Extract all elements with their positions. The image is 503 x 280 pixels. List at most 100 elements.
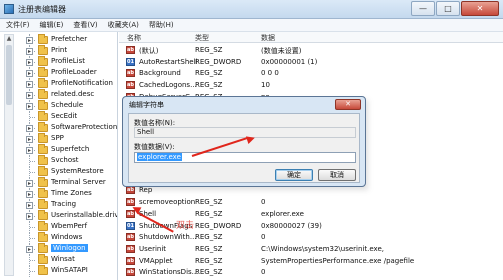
value-type-cell: REG_DWORD: [195, 57, 242, 66]
folder-icon: [38, 67, 48, 77]
tree-item-label: Time Zones: [51, 189, 92, 197]
expand-arrow-icon[interactable]: ▸: [26, 246, 33, 253]
expand-arrow-icon[interactable]: ▸: [26, 103, 33, 110]
registry-value-row[interactable]: ab ShutdownWith... REG_SZ 0: [119, 231, 503, 243]
ok-button[interactable]: 确定: [275, 169, 313, 181]
value-data-cell: 0: [261, 233, 266, 242]
menu-favorites[interactable]: 收藏夹(A): [108, 19, 139, 31]
registry-value-row[interactable]: ab CachedLogons... REG_SZ 10: [119, 79, 503, 91]
menu-bar: 文件(F) 编辑(E) 查看(V) 收藏夹(A) 帮助(H): [0, 19, 503, 32]
expand-arrow-icon[interactable]: ▸: [26, 70, 33, 77]
watermark-text: 双击: [176, 221, 195, 231]
scroll-thumb[interactable]: [6, 45, 12, 105]
value-data-cell: C:\Windows\system32\userinit.exe,: [261, 244, 384, 253]
expand-arrow-icon[interactable]: ▸: [26, 136, 33, 143]
folder-icon: [38, 122, 48, 132]
expand-arrow-icon[interactable]: ▸: [26, 37, 33, 44]
folder-icon: [38, 155, 48, 165]
registry-value-row[interactable]: ab VMApplet REG_SZ SystemPropertiesPerforma…: [119, 255, 503, 267]
reg-string-icon: ab: [126, 233, 135, 242]
expand-arrow-icon[interactable]: ▸: [26, 59, 33, 66]
value-data-cell: 0 0 0: [261, 69, 279, 78]
value-name-cell: VMApplet: [139, 256, 173, 265]
tree-connector: [30, 260, 35, 261]
menu-edit[interactable]: 编辑(E): [40, 19, 64, 31]
expand-arrow-icon[interactable]: ▸: [26, 48, 33, 55]
list-header: 名称 类型 数据: [119, 32, 503, 43]
value-name-cell: AutoRestartShell: [139, 57, 198, 66]
folder-icon: [38, 89, 48, 99]
tree-item-label: SPP: [51, 134, 64, 142]
expand-arrow-icon[interactable]: ▸: [26, 202, 33, 209]
tree-connector: [30, 238, 35, 239]
registry-value-row[interactable]: ab (默认) REG_SZ (数值未设置): [119, 44, 503, 56]
tree-item-label: WinSATAPI: [51, 266, 88, 274]
folder-icon: [38, 133, 48, 143]
value-data-cell: 0x00000001 (1): [261, 57, 318, 66]
registry-value-row[interactable]: ab scremoveoption REG_SZ 0: [119, 196, 503, 208]
menu-help[interactable]: 帮助(H): [149, 19, 174, 31]
tree-item-label: Terminal Server: [51, 178, 106, 186]
column-name-header[interactable]: 名称: [127, 33, 141, 43]
folder-icon: [38, 177, 48, 187]
expand-arrow-icon[interactable]: ▸: [26, 191, 33, 198]
registry-value-row[interactable]: ab WinStationsDis... REG_SZ 0: [119, 266, 503, 278]
tree-item-label: SystemRestore: [51, 167, 104, 175]
menu-file[interactable]: 文件(F): [6, 19, 30, 31]
close-window-button[interactable]: ✕: [461, 1, 499, 16]
tree-item-label: Svchost: [51, 156, 79, 164]
value-data-cell: 0x80000027 (39): [261, 221, 322, 230]
tree-connector: [30, 161, 35, 162]
cancel-button[interactable]: 取消: [318, 169, 356, 181]
reg-string-icon: ab: [126, 69, 135, 78]
folder-icon: [38, 56, 48, 66]
reg-string-icon: ab: [126, 268, 135, 277]
expand-arrow-icon[interactable]: ▸: [26, 92, 33, 99]
edit-string-dialog: 编辑字符串 ✕ 数值名称(N): Shell 数值数据(V): explorer…: [122, 96, 366, 187]
window-title: 注册表编辑器: [18, 5, 66, 14]
folder-icon: [38, 199, 48, 209]
tree-item-label: SecEdit: [51, 112, 78, 120]
expand-arrow-icon[interactable]: ▸: [26, 125, 33, 132]
reg-string-icon: ab: [126, 256, 135, 265]
expand-arrow-icon[interactable]: ▸: [26, 180, 33, 187]
registry-value-row[interactable]: ab Background REG_SZ 0 0 0: [119, 67, 503, 79]
reg-dword-icon: 01: [126, 221, 135, 230]
value-data-cell: explorer.exe: [261, 209, 304, 218]
folder-icon: [38, 166, 48, 176]
reg-dword-icon: 01: [126, 57, 135, 66]
dialog-close-button[interactable]: ✕: [335, 99, 361, 110]
tree-item-label: Windows: [51, 233, 83, 241]
registry-key-tree: ▸ Prefetcher ▸ Print ▸ ProfileList ▸ ProfileLoa…: [0, 32, 118, 280]
value-type-cell: REG_SZ: [195, 268, 223, 277]
value-name-cell: Userinit: [139, 244, 167, 253]
registry-value-row[interactable]: ab Userinit REG_SZ C:\Windows\system32\user…: [119, 243, 503, 255]
maximize-button[interactable]: □: [436, 1, 460, 16]
folder-icon: [38, 100, 48, 110]
folder-icon: [38, 265, 48, 275]
tree-item-label: Userinstallable.driv: [51, 211, 118, 219]
expand-arrow-icon[interactable]: ▸: [26, 81, 33, 88]
folder-icon: [38, 34, 48, 44]
expand-arrow-icon[interactable]: ▸: [26, 147, 33, 154]
menu-view[interactable]: 查看(V): [73, 19, 97, 31]
tree-item-label: ProfileNotification: [51, 79, 113, 87]
column-type-header[interactable]: 类型: [195, 33, 209, 43]
tree-item-label: Tracing: [51, 200, 77, 208]
column-data-header[interactable]: 数据: [261, 33, 275, 43]
minimize-button[interactable]: —: [411, 1, 435, 16]
tree-item[interactable]: WinSATAPI: [0, 265, 117, 277]
tree-item-label: Winsat: [51, 255, 75, 263]
tree-vertical-scrollbar[interactable]: ▲: [4, 34, 14, 276]
tree-connector: [30, 117, 35, 118]
value-name-cell: scremoveoption: [139, 198, 196, 207]
value-data-cell: SystemPropertiesPerformance.exe /pagefil…: [261, 256, 415, 265]
expand-arrow-icon[interactable]: ▸: [26, 213, 33, 220]
folder-icon: [38, 144, 48, 154]
tree-item-label: Winlogon: [51, 244, 88, 252]
value-name-cell: CachedLogons...: [139, 81, 197, 90]
tree-item-label: ProfileLoader: [51, 68, 97, 76]
scroll-up-arrow-icon[interactable]: ▲: [5, 35, 13, 44]
value-data-field[interactable]: explorer.exe: [134, 152, 356, 163]
registry-value-row[interactable]: 01 AutoRestartShell REG_DWORD 0x00000001 (1…: [119, 56, 503, 68]
